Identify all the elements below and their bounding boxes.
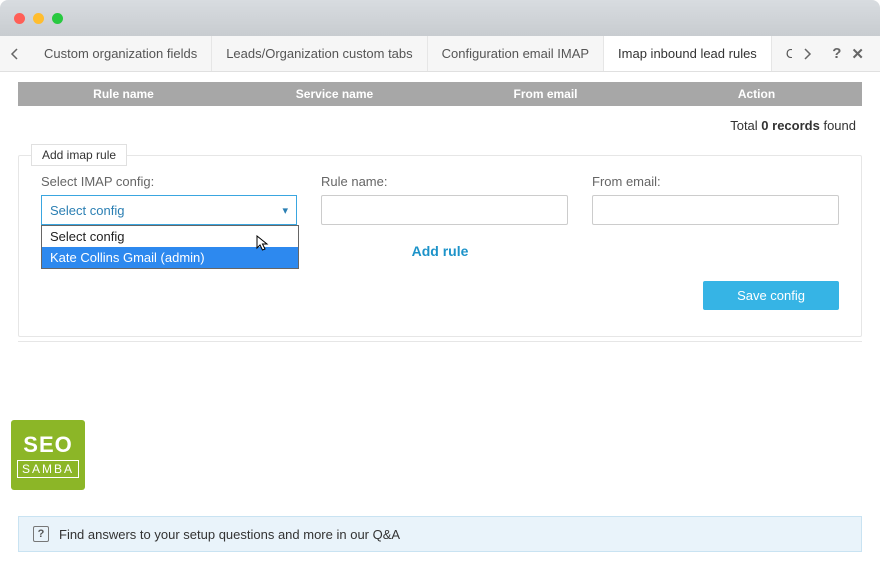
input-from-email[interactable]	[592, 195, 839, 225]
tab-leads-org-custom-tabs[interactable]: Leads/Organization custom tabs	[212, 36, 427, 71]
close-icon[interactable]: ✕	[851, 45, 864, 63]
window-minimize-dot[interactable]	[33, 13, 44, 24]
select-imap-config[interactable]: Select config ▾	[41, 195, 297, 225]
tab-config-email-imap[interactable]: Configuration email IMAP	[428, 36, 604, 71]
total-records: Total 0 records found	[18, 106, 862, 149]
th-service-name: Service name	[229, 82, 440, 106]
tabs-bar: Custom organization fields Leads/Organiz…	[0, 36, 880, 72]
th-from-email: From email	[440, 82, 651, 106]
window-close-dot[interactable]	[14, 13, 25, 24]
input-rule-name[interactable]	[321, 195, 568, 225]
window-titlebar	[0, 0, 880, 36]
qa-text: Find answers to your setup questions and…	[59, 527, 400, 542]
th-rule-name: Rule name	[18, 82, 229, 106]
tab-custom-org-fields[interactable]: Custom organization fields	[30, 36, 212, 71]
tabs-scroll-left[interactable]	[0, 36, 30, 71]
label-rule-name: Rule name:	[321, 174, 568, 189]
table-header-row: Rule name Service name From email Action	[18, 82, 862, 106]
chevron-down-icon: ▾	[282, 204, 288, 217]
tabs-list: Custom organization fields Leads/Organiz…	[30, 36, 792, 71]
select-value: Select config	[50, 203, 124, 218]
logo-line2: SAMBA	[17, 460, 79, 478]
tabs-scroll-right[interactable]	[792, 36, 822, 71]
add-rule-button[interactable]: Add rule	[412, 243, 469, 259]
help-icon[interactable]: ?	[832, 45, 841, 62]
save-config-button[interactable]: Save config	[703, 281, 839, 310]
add-imap-rule-panel: Add imap rule Select IMAP config: Select…	[18, 155, 862, 337]
question-icon: ?	[33, 526, 49, 542]
tab-imap-inbound-lead-rules[interactable]: Imap inbound lead rules	[604, 36, 772, 71]
cursor-icon	[256, 235, 270, 253]
panel-legend: Add imap rule	[31, 144, 127, 166]
label-imap-config: Select IMAP config:	[41, 174, 297, 189]
qa-banner[interactable]: ? Find answers to your setup questions a…	[18, 516, 862, 552]
th-action: Action	[651, 82, 862, 106]
tab-truncated[interactable]: Cr	[772, 36, 792, 71]
window-zoom-dot[interactable]	[52, 13, 63, 24]
label-from-email: From email:	[592, 174, 839, 189]
logo-line1: SEO	[23, 432, 72, 458]
seosamba-logo: SEO SAMBA	[11, 420, 85, 490]
